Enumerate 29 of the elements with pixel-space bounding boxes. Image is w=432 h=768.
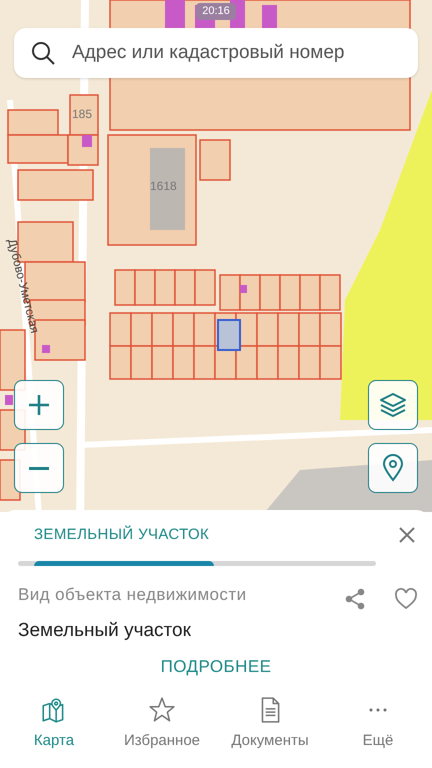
field-value: Земельный участок [18, 619, 191, 643]
star-icon [148, 696, 176, 724]
parcel-number: 185 [72, 107, 92, 121]
layers-icon [379, 391, 407, 419]
search-input[interactable]: Адрес или кадастровый номер [72, 38, 402, 68]
share-icon [344, 588, 366, 610]
layers-button[interactable] [368, 380, 418, 430]
share-button[interactable] [344, 588, 366, 610]
minus-icon [29, 466, 49, 470]
close-icon [398, 526, 416, 544]
tab-bar-item[interactable]: Ещё [324, 696, 432, 752]
tab-bar-item[interactable]: Избранное [108, 696, 216, 752]
location-button[interactable] [368, 443, 418, 493]
plus-icon [27, 393, 51, 417]
field-label: Вид объекта недвижимости [18, 584, 246, 606]
heart-icon [394, 588, 418, 610]
search-icon [30, 40, 56, 66]
more-details-button[interactable]: ПОДРОБНЕЕ [141, 654, 291, 679]
tab-bar-item[interactable]: Документы [216, 696, 324, 752]
favorite-button[interactable] [394, 588, 418, 610]
tab-bar-item[interactable]: Карта [0, 696, 108, 752]
more-icon [369, 708, 387, 712]
parcel-number: 1618 [150, 179, 177, 193]
tab[interactable]: ЗЕМЕЛЬНЫЙ УЧАСТОК [18, 524, 376, 546]
map-pin-icon [381, 454, 405, 482]
status-time: 20:16 [196, 3, 236, 20]
zoom-out-button[interactable] [14, 443, 64, 493]
zoom-in-button[interactable] [14, 380, 64, 430]
search-field[interactable]: Адрес или кадастровый номер [14, 28, 418, 78]
